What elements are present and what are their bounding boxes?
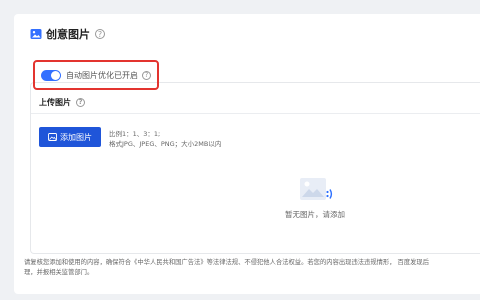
- add-image-button[interactable]: 添加图片: [39, 127, 101, 147]
- legal-notice: 请复核您添加和使用的内容，确保符合《中华人民共和国广告法》等法律法规、不侵犯他人…: [24, 258, 480, 278]
- divider: [31, 113, 480, 114]
- add-image-button-label: 添加图片: [60, 132, 92, 142]
- upload-section-header: 上传图片 ?: [39, 97, 85, 108]
- auto-optimize-label: 自动图片优化已开启: [66, 70, 138, 80]
- image-section-icon: [30, 29, 42, 39]
- section-header: 创意图片 ?: [30, 26, 105, 42]
- image-format-rule: 格式JPG、JPEG、PNG；大小2MB以内: [109, 140, 222, 148]
- help-icon[interactable]: ?: [142, 70, 151, 80]
- creative-image-card: 创意图片 ? 上传图片 ? 添加图片 比例1：1、3：1; 格式JPG、JPEG…: [14, 14, 480, 294]
- upload-panel: 上传图片 ? 添加图片 比例1：1、3：1; 格式JPG、JPEG、PNG；大小…: [30, 82, 480, 254]
- auto-optimize-highlight: 自动图片优化已开启 ?: [33, 60, 159, 90]
- empty-image-icon: [300, 178, 333, 200]
- image-ratio-rule: 比例1：1、3：1;: [109, 130, 161, 138]
- auto-optimize-toggle[interactable]: [41, 69, 61, 81]
- legal-notice-line: 理，并报相关监管部门。: [24, 269, 94, 276]
- image-icon: [48, 133, 57, 141]
- help-icon[interactable]: ?: [95, 29, 105, 39]
- upload-title: 上传图片: [39, 98, 71, 107]
- help-icon[interactable]: ?: [76, 98, 85, 107]
- toggle-knob: [51, 70, 60, 80]
- legal-notice-line: 请复核您添加和使用的内容，确保符合《中华人民共和国广告法》等法律法规、不侵犯他人…: [24, 259, 430, 266]
- empty-state-text: 暂无图片，请添加: [285, 210, 345, 219]
- section-title: 创意图片: [46, 28, 90, 41]
